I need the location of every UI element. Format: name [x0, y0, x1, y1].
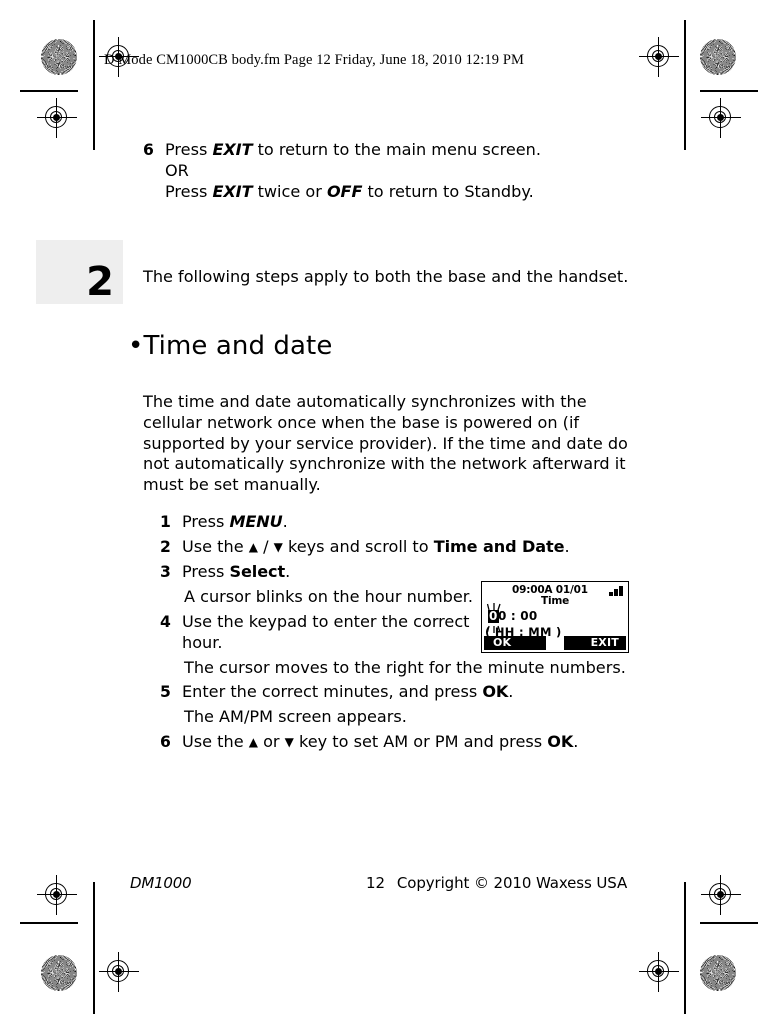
step-text-fragment: Press [182, 512, 230, 531]
step-text-or: OR [165, 160, 189, 180]
arrow-down-icon: ▼ [284, 735, 294, 750]
registration-target-top-left-inner [37, 98, 77, 138]
step-text-fragment: keys and scroll to [282, 536, 434, 556]
lcd-softkey-exit[interactable]: EXIT [564, 636, 626, 650]
step-text-fragment: key to set AM or PM and press [293, 732, 548, 752]
step-result-text: The cursor moves to the right for the mi… [184, 657, 626, 677]
step-text-line2: Press EXIT twice or OFF to return to Sta… [165, 182, 643, 203]
step-item: 5 Enter the correct minutes, and press O… [160, 682, 638, 703]
registration-target-bottom-right-outer [639, 952, 679, 992]
trim-line-top-right-vertical [684, 20, 686, 150]
starburst-mark-bottom-left [41, 955, 77, 991]
copyright-text: Copyright © 2010 Waxess USA [396, 874, 628, 892]
step-number: 3 [160, 562, 171, 581]
section-heading-text: Time and date [143, 331, 333, 361]
starburst-mark-top-right [700, 39, 736, 75]
trim-line-bottom-left-vertical [93, 882, 95, 1014]
step-item: 6 Use the ▲ or ▼ key to set AM or PM and… [160, 732, 638, 753]
trim-line-top-right-horizontal [700, 90, 758, 92]
trim-line-bottom-right-vertical [684, 882, 686, 1014]
step-item: 3 Press Select. [160, 562, 638, 583]
both-devices-note: The following steps apply to both the ba… [143, 267, 629, 286]
trim-line-bottom-left-horizontal [20, 922, 78, 924]
key-name-exit-2: EXIT [212, 181, 253, 201]
key-name-off: OFF [326, 181, 363, 201]
step-number: 1 [160, 513, 171, 531]
arrow-up-icon: ▲ [248, 539, 258, 554]
chapter-tab: 2 [36, 240, 123, 304]
step-number: 2 [160, 537, 171, 556]
step-text-fragment: Press [165, 140, 213, 159]
top-step-block: 6 Press EXIT to return to the main menu … [143, 140, 643, 204]
registration-target-top-right-outer [639, 37, 679, 77]
registration-target-bottom-right-inner [701, 875, 741, 915]
softkey-name-ok-2: OK [547, 732, 574, 752]
step-number: 6 [160, 733, 171, 752]
chapter-number: 2 [86, 259, 114, 305]
step-text-fragment: . [573, 732, 579, 752]
key-name-menu: MENU [229, 512, 283, 531]
lcd-softkey-ok[interactable]: OK [484, 636, 546, 650]
bullet-glyph: • [128, 331, 144, 361]
step-text-fragment: twice or [252, 181, 327, 201]
step-text-fragment: Press [182, 561, 230, 581]
step-text: Use the keypad to enter the correct hour… [182, 611, 470, 652]
cursor-hour-digit: 0 [488, 609, 499, 623]
page-number: 12 [366, 874, 385, 892]
step-text-fragment: to return to the main menu screen. [252, 140, 542, 159]
lcd-screen-illustration: 09:00A 01/01 Time 0 0 : 00 (HH: MM) O… [481, 581, 629, 653]
document-print-header: D Mode CM1000CB body.fm Page 12 Friday, … [104, 52, 524, 68]
blinking-cursor: 0 [486, 603, 501, 633]
lcd-time-entry-row: 0 0 : 00 [486, 603, 538, 633]
footer-copyright-block: 12 Copyright © 2010 Waxess USA [366, 874, 627, 892]
step-number: 5 [160, 683, 171, 702]
starburst-mark-top-left [41, 39, 77, 75]
lcd-screen-title: Time [540, 595, 570, 607]
step-item: 6 Press EXIT to return to the main menu … [143, 140, 643, 203]
intro-paragraph: The time and date automatically synchron… [143, 392, 628, 495]
trim-line-top-left-horizontal [20, 90, 78, 92]
lcd-softkey-bar: OK EXIT [484, 636, 626, 650]
footer-model-name: DM1000 [130, 874, 192, 892]
step-number: 6 [143, 141, 154, 159]
step-item: 2 Use the ▲ / ▼ keys and scroll to Time … [160, 537, 638, 558]
step-text-fragment: Press [165, 181, 213, 201]
section-heading: •Time and date [128, 331, 332, 361]
step-result-text: A cursor blinks on the hour number. [184, 586, 474, 606]
step-text-fragment: or [257, 732, 285, 752]
softkey-name-ok: OK [482, 682, 509, 702]
trim-line-bottom-right-horizontal [700, 922, 758, 924]
arrow-up-icon: ▲ [248, 735, 258, 750]
starburst-mark-bottom-right [700, 955, 736, 991]
key-name-exit: EXIT [212, 140, 253, 159]
step-item: 1 Press MENU. [160, 512, 638, 533]
step-text-fragment: . [285, 561, 291, 581]
step-result-text: The AM/PM screen appears. [184, 707, 407, 727]
lcd-time-remaining-digits: 0 : 00 [498, 609, 538, 623]
step-text-fragment: Use the [182, 536, 249, 556]
softkey-name-select: Select [229, 561, 286, 581]
step-text-fragment: . [282, 512, 288, 531]
trim-line-top-left-vertical [93, 20, 95, 150]
registration-target-top-right-inner [701, 98, 741, 138]
step-number: 4 [160, 612, 171, 631]
step-text-fragment: Use the [182, 732, 249, 752]
step-text-line1: Press EXIT to return to the main menu sc… [165, 140, 643, 161]
step-text-fragment: to return to Standby. [362, 181, 534, 201]
step-text-fragment: . [508, 682, 514, 702]
arrow-down-icon: ▼ [273, 539, 283, 554]
step-text-fragment: / [257, 536, 274, 556]
step-text-fragment: Enter the correct minutes, and press [182, 682, 483, 702]
step-text-fragment: . [564, 536, 570, 556]
registration-target-bottom-left-outer [99, 952, 139, 992]
menu-item-time-and-date: Time and Date [433, 536, 565, 556]
registration-target-bottom-left-inner [37, 875, 77, 915]
